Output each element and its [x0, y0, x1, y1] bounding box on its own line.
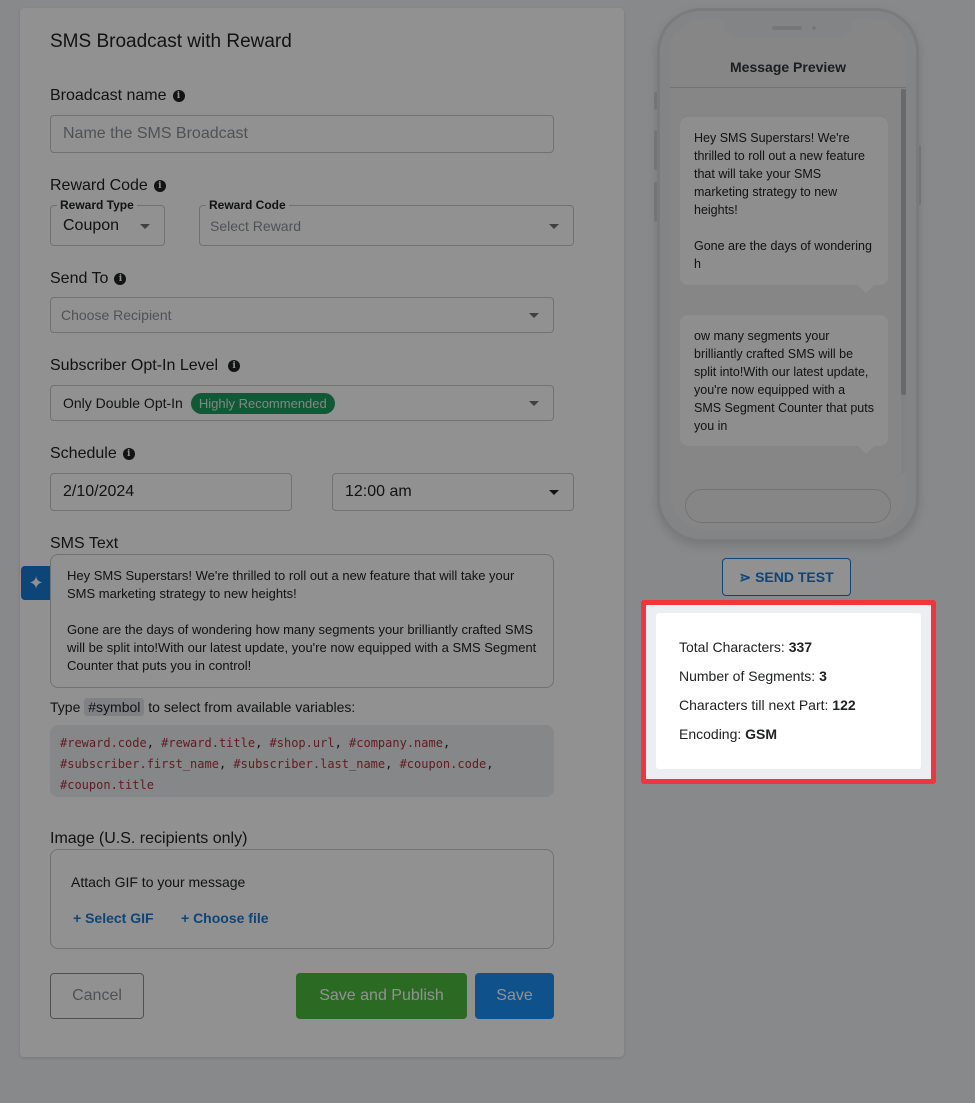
sms-paragraph: Gone are the days of wondering how many … [67, 622, 537, 673]
chevron-down-icon [549, 223, 559, 229]
variable-token[interactable]: #shop.url [270, 736, 335, 750]
send-test-button[interactable]: ⋗ SEND TEST [722, 558, 851, 596]
sms-text-textarea[interactable]: Hey SMS Superstars! We're thrilled to ro… [50, 554, 554, 688]
hint-prefix: Type [50, 699, 81, 715]
save-and-publish-button[interactable]: Save and Publish [296, 973, 467, 1019]
segments-label: Number of Segments: [679, 668, 816, 684]
recommended-badge: Highly Recommended [190, 392, 335, 414]
phone-camera [812, 26, 816, 30]
phone-notch [724, 19, 852, 39]
variable-token[interactable]: #company.name [349, 736, 443, 750]
broadcast-name-label: Broadcast name i [50, 87, 185, 105]
reward-code-placeholder: Select Reward [210, 217, 302, 234]
message-bubble: ow many segments your brilliantly crafte… [680, 315, 888, 454]
bubble-text: Hey SMS Superstars! We're thrilled to ro… [694, 131, 865, 217]
variable-token[interactable]: #reward.title [161, 736, 255, 750]
cancel-button[interactable]: Cancel [50, 973, 144, 1019]
schedule-date-value: 2/10/2024 [63, 483, 135, 500]
message-bubble: Hey SMS Superstars! We're thrilled to ro… [680, 117, 888, 293]
send-to-placeholder: Choose Recipient [61, 307, 172, 323]
encoding-row: Encoding: GSM [679, 726, 898, 755]
schedule-label-text: Schedule [50, 445, 117, 462]
chevron-down-icon [549, 490, 559, 495]
reward-code-label: Reward Code i [50, 177, 166, 195]
bubble-text: ow many segments your brilliantly crafte… [694, 329, 874, 433]
opt-in-value: Only Double Opt-In [63, 395, 183, 411]
broadcast-name-placeholder: Name the SMS Broadcast [63, 125, 248, 142]
schedule-label: Schedule i [50, 445, 135, 463]
opt-in-label: Subscriber Opt-In Level i [50, 357, 241, 375]
segment-counter-panel: Total Characters: 337 Number of Segments… [656, 613, 921, 769]
variable-token[interactable]: #reward.code [60, 736, 147, 750]
image-attach-box: Attach GIF to your message + Select GIF … [50, 849, 554, 949]
image-label-text: Image (U.S. recipients only) [50, 830, 248, 847]
phone-message-input [685, 489, 891, 523]
chevron-down-icon [140, 223, 150, 229]
info-icon[interactable]: i [172, 90, 185, 102]
total-characters-row: Total Characters: 337 [679, 639, 898, 668]
hint-symbol: #symbol [84, 698, 145, 716]
broadcast-name-label-text: Broadcast name [50, 87, 167, 104]
phone-preview: Message Preview Hey SMS Superstars! We'r… [657, 8, 919, 542]
variable-token[interactable]: #subscriber.first_name [60, 757, 219, 771]
page-title: SMS Broadcast with Reward [50, 31, 292, 52]
till-next-value: 122 [832, 697, 856, 713]
reward-type-label: Reward Type [57, 198, 137, 212]
encoding-value: GSM [745, 726, 778, 742]
schedule-time-value: 12:00 am [345, 483, 412, 500]
sparkles-icon: ✦ [28, 572, 44, 593]
send-icon: ⋗ [739, 568, 752, 585]
phone-screen: Message Preview Hey SMS Superstars! We'r… [670, 19, 906, 529]
broadcast-name-input[interactable]: Name the SMS Broadcast [50, 115, 554, 153]
ai-generate-button[interactable]: ✦ [21, 566, 51, 600]
variable-token[interactable]: #coupon.code [400, 757, 487, 771]
info-icon[interactable]: i [228, 360, 241, 372]
send-to-label-text: Send To [50, 270, 109, 287]
attach-gif-text: Attach GIF to your message [71, 874, 246, 890]
variables-list: #reward.code, #reward.title, #shop.url, … [50, 725, 554, 797]
schedule-time-select[interactable]: 12:00 am [332, 473, 574, 511]
reward-type-select[interactable]: Reward Type Coupon [50, 198, 165, 246]
segments-row: Number of Segments: 3 [679, 668, 898, 697]
reward-code-label-text: Reward Code [50, 177, 148, 194]
variables-hint: Type #symbol to select from available va… [50, 698, 356, 716]
total-characters-label: Total Characters: [679, 639, 785, 655]
info-icon[interactable]: i [122, 448, 135, 460]
total-characters-value: 337 [788, 639, 813, 655]
reward-code-field-label: Reward Code [206, 198, 289, 212]
segment-counter-highlight: Total Characters: 337 Number of Segments… [641, 600, 936, 784]
hint-suffix: to select from available variables: [148, 699, 356, 715]
phone-speaker [772, 26, 802, 30]
choose-file-link[interactable]: + Choose file [181, 910, 269, 926]
select-gif-link[interactable]: + Select GIF [73, 910, 154, 926]
sms-paragraph: Hey SMS Superstars! We're thrilled to ro… [67, 568, 515, 601]
send-to-select[interactable]: Choose Recipient [50, 297, 554, 333]
bubble-text: Gone are the days of wondering h [694, 239, 872, 271]
till-next-row: Characters till next Part: 122 [679, 697, 898, 726]
send-test-label: SEND TEST [755, 569, 834, 585]
variable-token[interactable]: #subscriber.last_name [233, 757, 385, 771]
reward-type-value: Coupon [63, 216, 120, 234]
save-button[interactable]: Save [475, 973, 554, 1019]
info-icon[interactable]: i [153, 180, 166, 192]
send-to-label: Send To i [50, 270, 127, 288]
sms-text-label-text: SMS Text [50, 535, 119, 552]
encoding-label: Encoding: [679, 726, 742, 742]
opt-in-label-text: Subscriber Opt-In Level [50, 357, 219, 374]
preview-divider [670, 87, 906, 88]
preview-title: Message Preview [730, 59, 846, 75]
schedule-date-input[interactable]: 2/10/2024 [50, 473, 292, 511]
opt-in-select[interactable]: Only Double Opt-In Highly Recommended [50, 385, 554, 421]
variable-token[interactable]: #coupon.title [60, 778, 154, 792]
preview-scrollbar-thumb[interactable] [901, 89, 906, 395]
reward-code-select[interactable]: Reward Code Select Reward [199, 198, 574, 246]
chevron-down-icon [529, 401, 539, 406]
till-next-label: Characters till next Part: [679, 697, 829, 713]
chevron-down-icon [529, 313, 539, 318]
info-icon[interactable]: i [114, 273, 127, 285]
sms-text-label: SMS Text [50, 535, 118, 553]
image-label: Image (U.S. recipients only) [50, 830, 247, 848]
segments-value: 3 [819, 668, 827, 684]
